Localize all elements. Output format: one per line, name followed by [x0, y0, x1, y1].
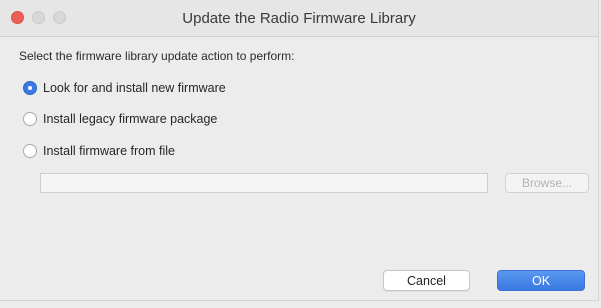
radio-button-selected[interactable]: [23, 81, 37, 95]
title-bar: Update the Radio Firmware Library: [0, 0, 598, 37]
radio-button[interactable]: [23, 112, 37, 126]
option-install-from-file[interactable]: Install firmware from file: [23, 142, 175, 160]
ok-button[interactable]: OK: [497, 270, 585, 291]
radio-button[interactable]: [23, 144, 37, 158]
cancel-button[interactable]: Cancel: [383, 270, 470, 291]
option-label: Look for and install new firmware: [43, 81, 226, 95]
file-path-field[interactable]: [40, 173, 488, 193]
option-label: Install firmware from file: [43, 144, 175, 158]
action-prompt: Select the firmware library update actio…: [19, 49, 295, 63]
option-look-for-new-firmware[interactable]: Look for and install new firmware: [23, 79, 226, 97]
dialog-window: Update the Radio Firmware Library Select…: [0, 0, 599, 301]
option-label: Install legacy firmware package: [43, 112, 218, 126]
browse-button[interactable]: Browse...: [505, 173, 589, 193]
option-install-legacy-package[interactable]: Install legacy firmware package: [23, 110, 217, 128]
window-title: Update the Radio Firmware Library: [182, 10, 416, 27]
